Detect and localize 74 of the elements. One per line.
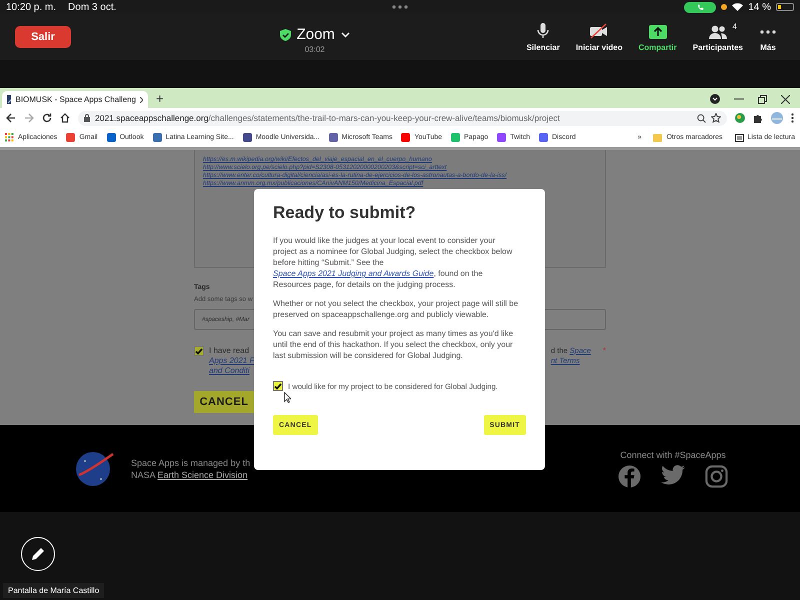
status-time: 10:20 p. m. (6, 2, 56, 12)
nasa-logo (75, 450, 115, 486)
video-off-icon (589, 22, 610, 38)
site-icon (328, 133, 338, 142)
more-icon (392, 5, 408, 9)
toolbar-button[interactable]: Participantes 4 (684, 24, 751, 52)
call-indicator (684, 2, 716, 12)
site-icon (242, 133, 252, 142)
site-icon (152, 133, 162, 142)
dot-icon (721, 4, 728, 10)
checkbox[interactable] (273, 381, 283, 391)
camera-icon[interactable] (705, 464, 728, 488)
agreement-text: I have read (209, 346, 250, 356)
pencil-icon (31, 547, 45, 561)
checkbox[interactable] (194, 346, 204, 356)
battery-icon (776, 3, 794, 11)
home-icon[interactable] (60, 113, 70, 123)
site-icon (497, 133, 506, 142)
footer-text: NASA Earth Science Division (131, 468, 249, 480)
site-icon (106, 133, 116, 142)
tab-title: BIOMUSK - Space Apps Challeng (15, 95, 136, 104)
guide-link[interactable]: Space Apps 2021 Judging and Awards Guide (273, 269, 434, 278)
footer-link[interactable]: Earth Science Division (158, 470, 248, 480)
dialog-paragraph: Whether or not you select the checkbox, your project page will still be preserved on spaceappschallenge.org and publicly viewable. (273, 298, 520, 320)
toolbar-button[interactable]: Más (751, 24, 785, 52)
browser-tab[interactable]: BIOMUSK - Space Apps Challeng (2, 91, 148, 108)
back-icon[interactable] (6, 113, 16, 123)
share-screen-icon (648, 24, 667, 38)
favicon-icon (7, 95, 12, 104)
dialog-title: Ready to submit? (273, 203, 417, 223)
profile-icon[interactable] (710, 94, 720, 104)
reload-icon[interactable] (42, 113, 52, 123)
microphone-icon (537, 22, 550, 38)
chevron-down-icon[interactable] (340, 32, 350, 38)
bird-icon[interactable] (661, 464, 685, 484)
site-icon (538, 133, 548, 142)
wifi-icon (732, 3, 744, 11)
people-icon (708, 24, 728, 38)
cursor-icon (284, 392, 291, 403)
new-tab-button[interactable]: + (156, 91, 164, 106)
participant-count: 4 (732, 22, 737, 30)
toolbar-button[interactable]: Compartir (630, 24, 685, 52)
extension-icon[interactable] (735, 113, 745, 123)
apps-grid-icon (5, 133, 14, 142)
address-bar[interactable]: 2021.spaceappschallenge.org/challenges/statements/the-trail-to-mars-can-you-keep-your-crew-alive/teams/biomusk/project (78, 110, 727, 126)
site-icon (66, 133, 76, 142)
zoom-icon[interactable] (697, 114, 706, 122)
list-icon (734, 134, 744, 142)
site-icon (401, 133, 410, 142)
folder-icon (653, 134, 662, 142)
dialog-paragraph: If you would like the judges at your local event to consider your project as a nominee for Global Judging, select the checkbox below before hitting “Submit.” See the Space Apps 2021 Judging and Awards Guide, found on the Resources page, for details on the judging process. (273, 235, 514, 290)
toolbar-button[interactable]: Iniciar video (568, 22, 631, 52)
toolbar-button[interactable]: Silenciar (518, 22, 568, 52)
screen-share-label: Pantalla de María Castillo (3, 583, 104, 598)
shield-icon (280, 28, 291, 40)
star-icon[interactable] (711, 113, 721, 123)
status-date: Dom 3 oct. (68, 2, 116, 12)
required-mark: * (602, 346, 606, 357)
annotate-button[interactable] (21, 537, 55, 571)
cancel-button[interactable]: CANCEL (194, 391, 254, 413)
footer-text: Space Apps is managed by th (131, 456, 250, 468)
restore-icon[interactable] (758, 94, 767, 104)
menu-icon[interactable] (791, 113, 794, 123)
facebook-icon[interactable] (618, 464, 641, 488)
leave-button[interactable]: Salir (15, 26, 71, 48)
connect-heading: Connect with #SpaceApps (620, 450, 726, 460)
meeting-title[interactable]: Zoom (296, 26, 335, 43)
url-text: 2021.spaceappschallenge.org/challenges/statements/the-trail-to-mars-can-you-keep-your-crew-alive/teams/biomusk/project (95, 113, 560, 123)
battery-percent: 14 % (748, 2, 771, 12)
site-icon (451, 133, 460, 142)
meeting-timer: 03:02 (304, 45, 325, 54)
puzzle-icon[interactable] (753, 113, 763, 123)
lock-icon (84, 114, 90, 122)
dialog-paragraph: You can save and resubmit your project as many times as you'd like until the end of this hackathon. If you select the checkbox, only your last submission will be considered for Global Judging. (273, 328, 514, 361)
